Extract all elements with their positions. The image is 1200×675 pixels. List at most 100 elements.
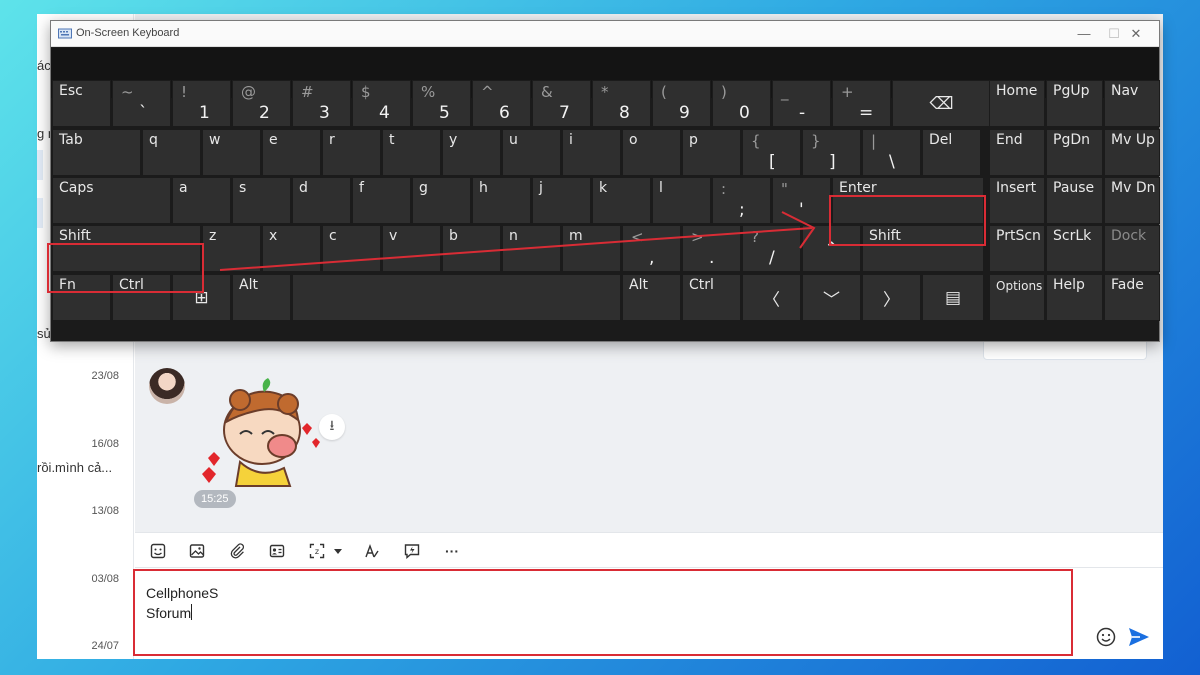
key-ctrl[interactable]: Ctrl — [112, 274, 171, 321]
key-q[interactable]: q — [142, 129, 201, 176]
conversation-snippet[interactable]: ác — [37, 58, 51, 73]
chevron-down-icon[interactable] — [329, 542, 347, 560]
key-z[interactable]: z — [202, 225, 261, 272]
key-t[interactable]: t — [382, 129, 441, 176]
key-h[interactable]: h — [472, 177, 531, 224]
key-mv-up[interactable]: Mv Up — [1104, 129, 1160, 176]
download-icon[interactable]: ⭳ — [319, 414, 345, 440]
key-symbol[interactable]: ⌫ — [892, 80, 991, 127]
format-text-icon[interactable] — [363, 542, 381, 560]
key-2[interactable]: @2 — [232, 80, 291, 127]
key-pgdn[interactable]: PgDn — [1046, 129, 1103, 176]
keyboard-titlebar[interactable]: On-Screen Keyboard — ☐ ✕ — [51, 21, 1159, 47]
key-a[interactable]: a — [172, 177, 231, 224]
key-ctrl[interactable]: Ctrl — [682, 274, 741, 321]
key-shift[interactable]: Shift — [52, 225, 201, 272]
key-r[interactable]: r — [322, 129, 381, 176]
emoji-icon[interactable] — [1096, 627, 1116, 647]
key-g[interactable]: g — [412, 177, 471, 224]
key-symbol[interactable]: <, — [622, 225, 681, 272]
screenshot-icon[interactable]: z — [308, 542, 326, 560]
key-caps[interactable]: Caps — [52, 177, 171, 224]
key-i[interactable]: i — [562, 129, 621, 176]
key-symbol[interactable]: + = — [832, 80, 891, 127]
key-1[interactable]: ! 1 — [172, 80, 231, 127]
key-j[interactable]: j — [532, 177, 591, 224]
key-symbol[interactable]: 〈 — [742, 274, 801, 321]
key-e[interactable]: e — [262, 129, 321, 176]
key-4[interactable]: $4 — [352, 80, 411, 127]
key-symbol[interactable]: " ' — [772, 177, 831, 224]
key-v[interactable]: v — [382, 225, 441, 272]
key-symbol[interactable]: ﹀ — [802, 274, 861, 321]
key-symbol[interactable]: ⊞ — [172, 274, 231, 321]
key-end[interactable]: End — [989, 129, 1045, 176]
key-esc[interactable]: Esc — [52, 80, 111, 127]
key-insert[interactable]: Insert — [989, 177, 1045, 224]
conversation-snippet[interactable]: rồi.mình cả... — [37, 460, 112, 475]
key-5[interactable]: % 5 — [412, 80, 471, 127]
attachment-icon[interactable] — [228, 542, 246, 560]
key-help[interactable]: Help — [1046, 274, 1103, 321]
key-fade[interactable]: Fade — [1104, 274, 1160, 321]
key-0[interactable]: ) 0 — [712, 80, 771, 127]
key-b[interactable]: b — [442, 225, 501, 272]
contact-card-icon[interactable] — [268, 542, 286, 560]
key-p[interactable]: p — [682, 129, 741, 176]
key-symbol[interactable]: >. — [682, 225, 741, 272]
key-symbol[interactable]: {[ — [742, 129, 801, 176]
minimize-button[interactable]: — — [1073, 24, 1095, 44]
key-9[interactable]: (9 — [652, 80, 711, 127]
key-8[interactable]: * 8 — [592, 80, 651, 127]
sticker-icon[interactable] — [149, 542, 167, 560]
key-mv-dn[interactable]: Mv Dn — [1104, 177, 1160, 224]
close-button[interactable]: ✕ — [1125, 24, 1147, 44]
key-scrlk[interactable]: ScrLk — [1046, 225, 1103, 272]
key-symbol[interactable]: ⌃ — [802, 225, 861, 272]
key-symbol[interactable]: ? / — [742, 225, 801, 272]
key-d[interactable]: d — [292, 177, 351, 224]
key-alt[interactable]: Alt — [232, 274, 291, 321]
key-7[interactable]: & 7 — [532, 80, 591, 127]
key-y[interactable]: y — [442, 129, 501, 176]
key-space[interactable] — [292, 274, 621, 321]
key-alt[interactable]: Alt — [622, 274, 681, 321]
key-c[interactable]: c — [322, 225, 381, 272]
key-x[interactable]: x — [262, 225, 321, 272]
key-w[interactable]: w — [202, 129, 261, 176]
key-fn[interactable]: Fn — [52, 274, 111, 321]
key-symbol[interactable]: _ - — [772, 80, 831, 127]
image-icon[interactable] — [188, 542, 206, 560]
message-input[interactable]: CellphoneS Sforum — [133, 569, 1073, 656]
quick-message-icon[interactable] — [403, 542, 421, 560]
key-f[interactable]: f — [352, 177, 411, 224]
maximize-button[interactable]: ☐ — [1103, 24, 1125, 44]
key-s[interactable]: s — [232, 177, 291, 224]
key-m[interactable]: m — [562, 225, 621, 272]
key-shift[interactable]: Shift — [862, 225, 984, 272]
key-n[interactable]: n — [502, 225, 561, 272]
key-nav[interactable]: Nav — [1104, 80, 1160, 127]
key-l[interactable]: l — [652, 177, 711, 224]
key-symbol[interactable]: ▤ — [922, 274, 984, 321]
send-icon[interactable] — [1128, 627, 1150, 647]
key-del[interactable]: Del — [922, 129, 981, 176]
key-3[interactable]: #3 — [292, 80, 351, 127]
key-6[interactable]: ^ 6 — [472, 80, 531, 127]
key-o[interactable]: o — [622, 129, 681, 176]
key-home[interactable]: Home — [989, 80, 1045, 127]
key-prtscn[interactable]: PrtScn — [989, 225, 1045, 272]
key-k[interactable]: k — [592, 177, 651, 224]
key-pgup[interactable]: PgUp — [1046, 80, 1103, 127]
avatar[interactable] — [149, 368, 185, 404]
key-options[interactable]: Options — [989, 274, 1045, 321]
key-symbol[interactable]: ~ ` — [112, 80, 171, 127]
key-u[interactable]: u — [502, 129, 561, 176]
key-tab[interactable]: Tab — [52, 129, 141, 176]
key-dock[interactable]: Dock — [1104, 225, 1160, 272]
key-enter[interactable]: Enter — [832, 177, 984, 224]
key-symbol[interactable]: :; — [712, 177, 771, 224]
key-symbol[interactable]: }] — [802, 129, 861, 176]
key-symbol[interactable]: | \ — [862, 129, 921, 176]
key-symbol[interactable]: 〉 — [862, 274, 921, 321]
